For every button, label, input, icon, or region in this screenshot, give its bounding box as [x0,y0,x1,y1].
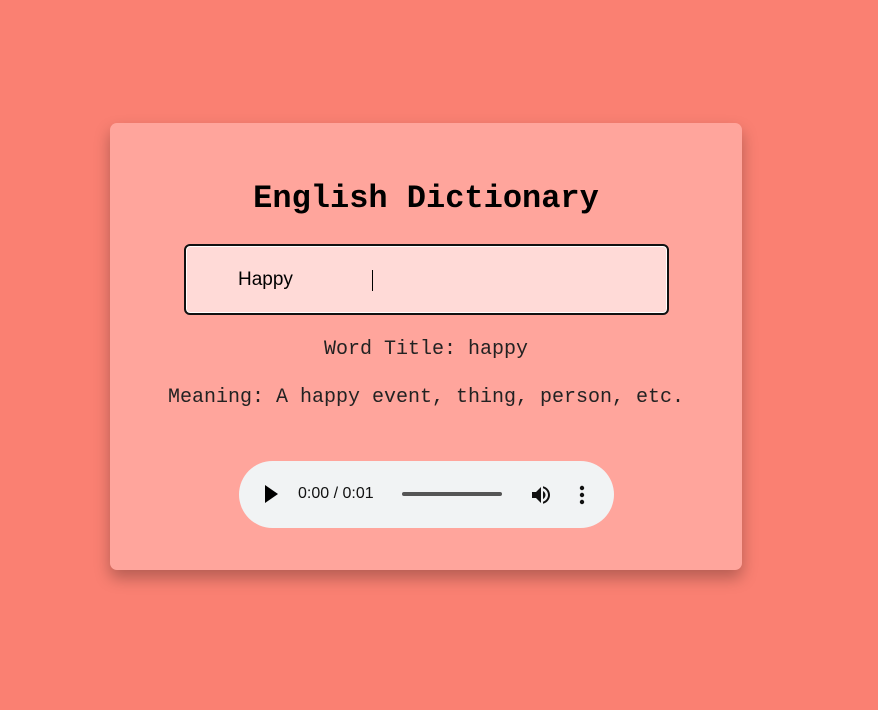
word-meaning: Meaning: A happy event, thing, person, e… [167,386,685,409]
volume-icon[interactable] [529,483,553,507]
text-caret [372,270,373,291]
page-title: English Dictionary [253,180,599,217]
search-field[interactable] [184,244,669,315]
dictionary-card: English Dictionary Word Title: happy Mea… [110,123,742,570]
audio-time: 0:00 / 0:01 [298,485,374,502]
search-input[interactable] [238,266,638,294]
word-title: Word Title: happy [323,338,529,361]
play-icon[interactable] [265,485,278,503]
audio-progress-slider[interactable] [402,492,502,496]
audio-player[interactable]: 0:00 / 0:01 [239,461,614,528]
more-vertical-icon[interactable] [572,483,592,507]
